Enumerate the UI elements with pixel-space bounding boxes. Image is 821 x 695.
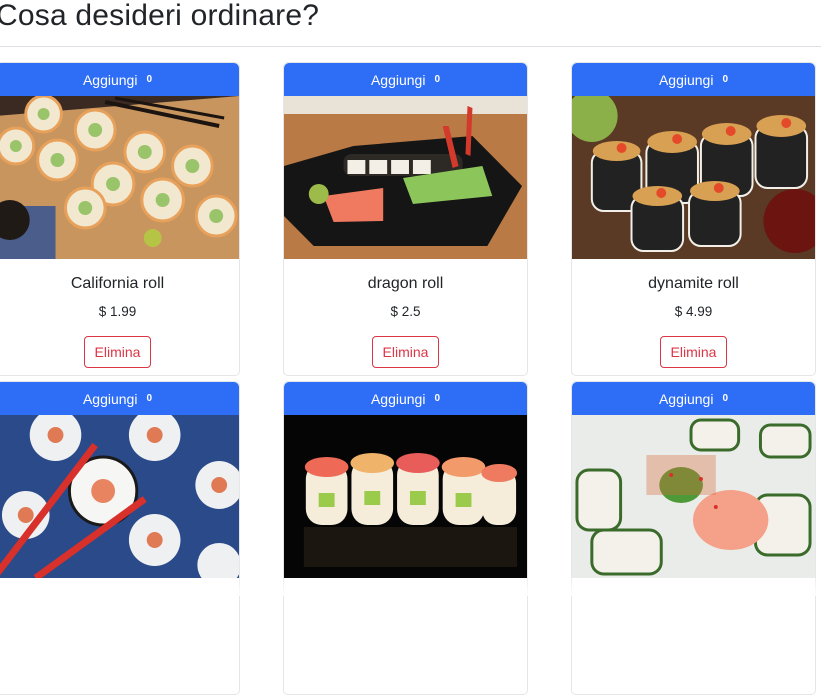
product-price: $ 4.99 bbox=[674, 304, 713, 319]
card-body: California roll $ 1.99 Elimina bbox=[0, 259, 239, 368]
title-divider bbox=[0, 46, 821, 47]
hand-roll-chopsticks-photo bbox=[0, 415, 239, 578]
rainbow-roll-photo bbox=[284, 415, 527, 578]
add-count-badge: 0 bbox=[146, 393, 153, 404]
product-grid: Aggiungi 0 California roll $ 1.99 Elimin… bbox=[0, 62, 821, 695]
add-button-label: Aggiungi bbox=[370, 71, 426, 88]
add-count-badge: 0 bbox=[146, 74, 153, 85]
add-button-label: Aggiungi bbox=[658, 390, 714, 407]
add-count-badge: 0 bbox=[722, 393, 729, 404]
dynamite-roll-photo bbox=[572, 96, 815, 259]
product-price: $ 1.99 bbox=[98, 304, 137, 319]
add-button[interactable]: Aggiungi 0 bbox=[284, 382, 527, 415]
add-count-badge: 0 bbox=[434, 393, 441, 404]
product-name: dragon roll bbox=[367, 275, 444, 292]
card-body: dragon roll $ 2.5 Elimina bbox=[284, 259, 527, 368]
add-button-label: Aggiungi bbox=[370, 390, 426, 407]
page-title: Cosa desideri ordinare? bbox=[0, 0, 320, 32]
product-name: dynamite roll bbox=[648, 275, 739, 292]
dragon-roll-photo bbox=[284, 96, 527, 259]
product-card: Aggiungi 0 dragon roll $ 2.5 Elimina bbox=[283, 62, 528, 376]
delete-button[interactable]: Elimina bbox=[83, 336, 152, 368]
add-button[interactable]: Aggiungi 0 bbox=[0, 63, 239, 96]
add-count-badge: 0 bbox=[722, 74, 729, 85]
delete-button[interactable]: Elimina bbox=[659, 336, 728, 368]
product-card: Aggiungi 0 bbox=[571, 381, 816, 695]
add-button[interactable]: Aggiungi 0 bbox=[284, 63, 527, 96]
add-count-badge: 0 bbox=[434, 74, 441, 85]
delete-button[interactable]: Elimina bbox=[371, 336, 440, 368]
add-button[interactable]: Aggiungi 0 bbox=[572, 63, 815, 96]
add-button[interactable]: Aggiungi 0 bbox=[0, 382, 239, 415]
card-body: dynamite roll $ 4.99 Elimina bbox=[572, 259, 815, 368]
shrimp-roll-photo bbox=[572, 415, 815, 578]
product-card: Aggiungi 0 bbox=[0, 381, 240, 695]
add-button-label: Aggiungi bbox=[82, 71, 138, 88]
add-button-label: Aggiungi bbox=[658, 71, 714, 88]
product-price: $ 2.5 bbox=[390, 304, 421, 319]
add-button[interactable]: Aggiungi 0 bbox=[572, 382, 815, 415]
product-card: Aggiungi 0 bbox=[0, 62, 240, 376]
california-roll-photo bbox=[0, 96, 239, 259]
add-button-label: Aggiungi bbox=[82, 390, 138, 407]
product-name: California roll bbox=[70, 275, 165, 292]
product-card: Aggiungi 0 bbox=[571, 62, 816, 376]
product-card: Aggiungi 0 bbox=[283, 381, 528, 695]
bottom-fade bbox=[0, 578, 821, 596]
